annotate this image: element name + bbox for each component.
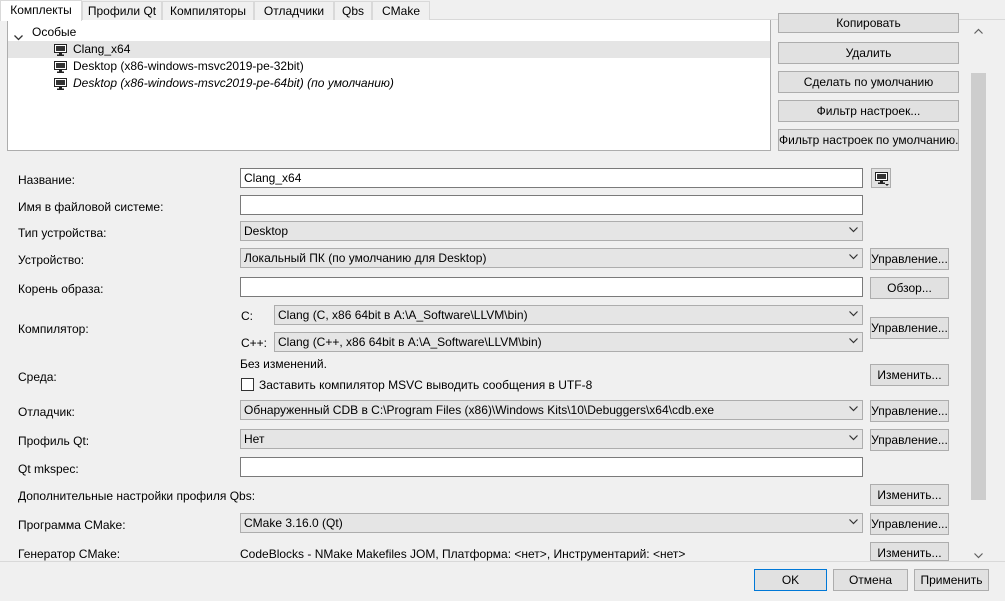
- device-type-select[interactable]: Desktop: [240, 221, 863, 241]
- scroll-down-icon[interactable]: [974, 548, 983, 562]
- tree-group-label: Особые: [32, 25, 77, 39]
- cmake-tool-select[interactable]: CMake 3.16.0 (Qt): [240, 513, 863, 533]
- default-settings-filter-button[interactable]: Фильтр настроек по умолчанию...: [778, 129, 959, 151]
- apply-button[interactable]: Применить: [914, 569, 989, 591]
- fs-name-input[interactable]: [240, 195, 863, 215]
- copy-kit-button[interactable]: Копировать: [778, 13, 959, 33]
- compiler-cpp-select[interactable]: Clang (C++, x86 64bit в A:\A_Software\LL…: [274, 332, 863, 352]
- qt-profile-select[interactable]: Нет: [240, 429, 863, 449]
- device-type-value: Desktop: [244, 224, 289, 238]
- chevron-down-icon: [849, 435, 858, 441]
- ok-button[interactable]: OK: [754, 569, 827, 591]
- cmake-tool-value: CMake 3.16.0 (Qt): [244, 516, 343, 530]
- tree-item-label: Clang_x64: [73, 42, 131, 56]
- manage-qt-versions-button[interactable]: Управление...: [870, 429, 949, 451]
- debugger-label: Отладчик:: [18, 405, 75, 419]
- change-cmake-generator-button[interactable]: Изменить...: [870, 542, 949, 561]
- chevron-down-icon: [849, 406, 858, 412]
- manage-cmake-button[interactable]: Управление...: [870, 513, 949, 535]
- qt-profile-value: Нет: [244, 432, 265, 446]
- cancel-button[interactable]: Отмена: [833, 569, 908, 591]
- debugger-select[interactable]: Обнаруженный CDB в C:\Program Files (x86…: [240, 400, 863, 420]
- tab-compilers[interactable]: Компиляторы: [162, 1, 254, 20]
- environment-status: Без изменений.: [240, 357, 327, 371]
- msvc-utf8-checkbox-label[interactable]: Заставить компилятор MSVC выводить сообщ…: [259, 378, 592, 392]
- change-environment-button[interactable]: Изменить...: [870, 364, 949, 386]
- cmake-generator-value: CodeBlocks - NMake Makefiles JOM, Платфо…: [240, 547, 686, 561]
- sysroot-label: Корень образа:: [18, 282, 104, 296]
- compiler-cpp-label: C++:: [241, 336, 268, 350]
- tab-cmake[interactable]: CMake: [372, 1, 430, 20]
- monitor-icon: [54, 78, 67, 90]
- tree-item-desktop-64-default[interactable]: Desktop (x86-windows-msvc2019-pe-64bit) …: [8, 75, 770, 92]
- browse-sysroot-button[interactable]: Обзор...: [870, 277, 949, 299]
- remove-kit-button[interactable]: Удалить: [778, 42, 959, 64]
- monitor-icon: [54, 44, 67, 56]
- compiler-c-label: C:: [241, 309, 253, 323]
- tree-item-desktop-32[interactable]: Desktop (x86-windows-msvc2019-pe-32bit): [8, 58, 770, 75]
- tree-item-label: Desktop (x86-windows-msvc2019-pe-64bit) …: [73, 76, 394, 90]
- name-input[interactable]: Clang_x64: [240, 168, 863, 188]
- manage-compilers-button[interactable]: Управление...: [870, 317, 949, 339]
- compiler-cpp-value: Clang (C++, x86 64bit в A:\A_Software\LL…: [278, 335, 542, 349]
- sysroot-input[interactable]: [240, 277, 863, 297]
- scrollbar-thumb[interactable]: [971, 73, 986, 500]
- fs-name-label: Имя в файловой системе:: [18, 200, 164, 214]
- tab-kits[interactable]: Комплекты: [0, 0, 82, 21]
- settings-filter-button[interactable]: Фильтр настроек...: [778, 100, 959, 122]
- environment-label: Среда:: [18, 370, 57, 384]
- monitor-icon: [875, 172, 889, 187]
- qt-mkspec-input[interactable]: [240, 457, 863, 477]
- device-value: Локальный ПК (по умолчанию для Desktop): [244, 251, 487, 265]
- tree-group-manual[interactable]: Особые: [8, 24, 770, 41]
- compiler-c-select[interactable]: Clang (C, x86 64bit в A:\A_Software\LLVM…: [274, 305, 863, 325]
- chevron-down-icon: [849, 519, 858, 525]
- compiler-c-value: Clang (C, x86 64bit в A:\A_Software\LLVM…: [278, 308, 528, 322]
- tab-debuggers[interactable]: Отладчики: [254, 1, 334, 20]
- chevron-down-icon: [849, 227, 858, 233]
- msvc-utf8-checkbox[interactable]: [241, 378, 254, 391]
- cmake-tool-label: Программа CMake:: [18, 518, 126, 532]
- kits-tree[interactable]: Особые Clang_x64 Desktop (x86-windows-ms…: [7, 20, 771, 151]
- device-select[interactable]: Локальный ПК (по умолчанию для Desktop): [240, 248, 863, 268]
- monitor-icon: [54, 61, 67, 73]
- qbs-settings-label: Дополнительные настройки профиля Qbs:: [18, 489, 256, 503]
- tab-qbs[interactable]: Qbs: [334, 1, 372, 20]
- make-default-button[interactable]: Сделать по умолчанию: [778, 71, 959, 93]
- name-label: Название:: [18, 173, 75, 187]
- manage-devices-button[interactable]: Управление...: [870, 248, 949, 270]
- cmake-generator-label: Генератор CMake:: [18, 547, 121, 561]
- tree-item-label: Desktop (x86-windows-msvc2019-pe-32bit): [73, 59, 304, 73]
- tree-item-clang-x64[interactable]: Clang_x64: [8, 41, 770, 58]
- tab-qt-versions[interactable]: Профили Qt: [82, 1, 162, 20]
- device-icon-button[interactable]: [871, 168, 891, 188]
- device-type-label: Тип устройства:: [18, 226, 107, 240]
- qt-profile-label: Профиль Qt:: [18, 434, 90, 448]
- qt-mkspec-label: Qt mkspec:: [18, 462, 79, 476]
- compiler-label: Компилятор:: [18, 322, 89, 336]
- device-label: Устройство:: [18, 253, 85, 267]
- chevron-down-icon: [849, 254, 858, 260]
- scroll-up-icon[interactable]: [974, 23, 983, 37]
- change-qbs-settings-button[interactable]: Изменить...: [870, 484, 949, 506]
- debugger-value: Обнаруженный CDB в C:\Program Files (x86…: [244, 403, 714, 417]
- chevron-down-icon: [849, 311, 858, 317]
- divider: [0, 561, 1005, 562]
- chevron-down-icon: [849, 338, 858, 344]
- manage-debuggers-button[interactable]: Управление...: [870, 400, 949, 422]
